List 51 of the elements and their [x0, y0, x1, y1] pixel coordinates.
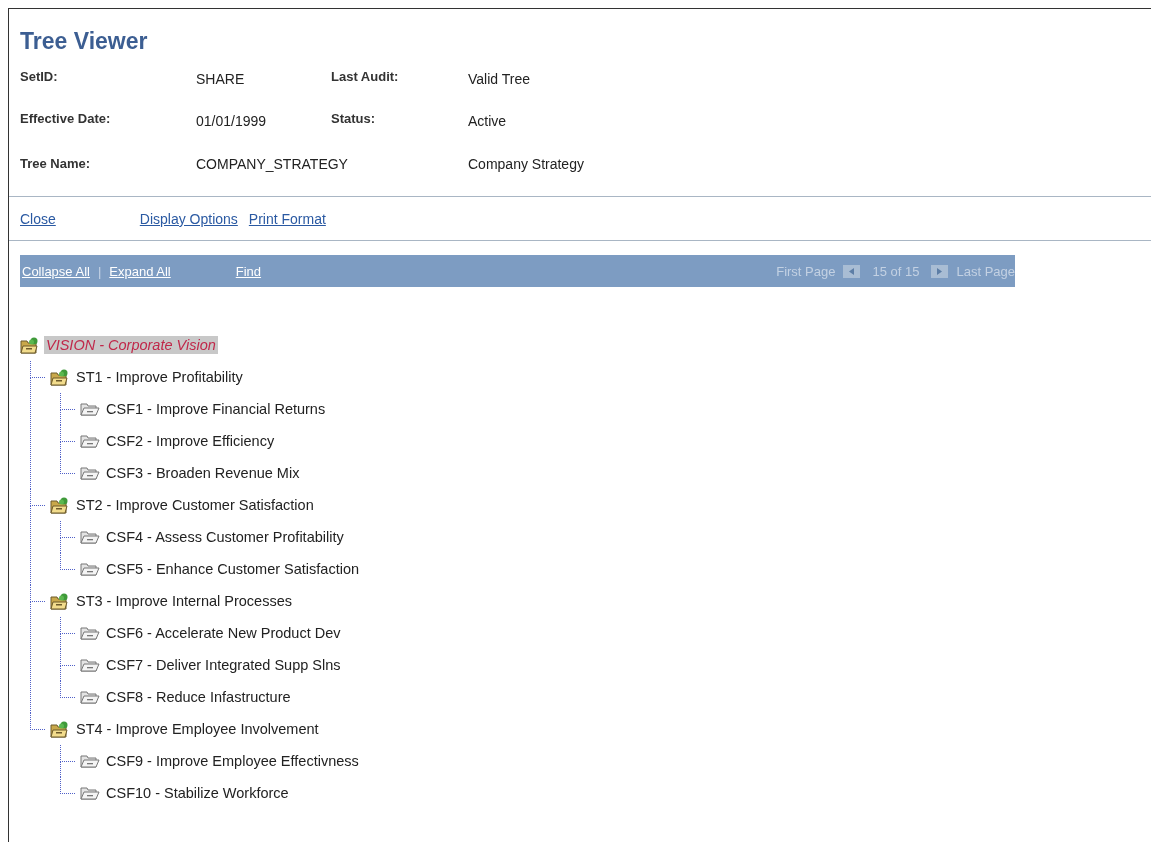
tree-node[interactable]: CSF7 - Deliver Integrated Supp Slns: [104, 656, 343, 674]
tree-node[interactable]: CSF4 - Assess Customer Profitability: [104, 528, 346, 546]
field-label: SetID:: [20, 68, 59, 86]
field-value: SHARE: [196, 70, 246, 89]
folder-tree-icon: [50, 496, 70, 514]
previous-page-icon[interactable]: [843, 264, 861, 278]
folder-tree-icon: [50, 368, 70, 386]
folder-icon: [80, 562, 100, 576]
tree-node[interactable]: CSF9 - Improve Employee Effectivness: [104, 752, 361, 770]
tree-node[interactable]: CSF5 - Enhance Customer Satisfaction: [104, 560, 362, 578]
tree-node[interactable]: CSF10 - Stabilize Workforce: [104, 784, 291, 802]
field-value: Valid Tree: [468, 70, 531, 89]
link[interactable]: Display Options: [139, 210, 238, 227]
separator-text: |: [97, 263, 102, 279]
field-value: COMPANY_STRATEGY: [196, 155, 349, 174]
field-value: Active: [468, 112, 508, 131]
folder-tree-icon: [20, 336, 40, 354]
field-label: Status:: [331, 110, 377, 128]
tree-node[interactable]: ST3 - Improve Internal Processes: [74, 592, 294, 610]
link[interactable]: Close: [20, 210, 56, 227]
tree-node[interactable]: ST2 - Improve Customer Satisfaction: [74, 496, 316, 514]
field-label: Tree Name:: [20, 155, 92, 173]
tree-node[interactable]: CSF3 - Broaden Revenue Mix: [104, 464, 302, 482]
first-page-label: First Page: [776, 263, 836, 279]
link[interactable]: Print Format: [248, 210, 326, 227]
folder-icon: [80, 530, 100, 544]
folder-icon: [80, 402, 100, 416]
folder-tree-icon: [50, 720, 70, 738]
tree-node[interactable]: ST4 - Improve Employee Involvement: [74, 720, 321, 738]
folder-icon: [80, 434, 100, 448]
folder-icon: [80, 690, 100, 704]
tree-node[interactable]: CSF1 - Improve Financial Returns: [104, 400, 328, 418]
folder-tree-icon: [50, 592, 70, 610]
last-page-label: Last Page: [956, 263, 1015, 279]
field-label: Last Audit:: [331, 68, 400, 86]
tree-node[interactable]: CSF2 - Improve Efficiency: [104, 432, 277, 450]
folder-icon: [80, 466, 100, 480]
field-value: 01/01/1999: [196, 112, 268, 131]
field-label: Effective Date:: [20, 110, 112, 128]
folder-icon: [80, 626, 100, 640]
page-title: Tree Viewer: [20, 27, 149, 55]
tree-node[interactable]: CSF8 - Reduce Infastructure: [104, 688, 293, 706]
page-range: 15 of 15: [872, 263, 920, 279]
folder-icon: [80, 786, 100, 800]
tree-node[interactable]: VISION - Corporate Vision: [44, 336, 218, 354]
next-page-icon[interactable]: [931, 264, 949, 278]
folder-icon: [80, 754, 100, 768]
folder-icon: [80, 658, 100, 672]
tree-node[interactable]: CSF6 - Accelerate New Product Dev: [104, 624, 343, 642]
field-value: Company Strategy: [468, 155, 585, 174]
tree-node[interactable]: ST1 - Improve Profitability: [74, 368, 245, 386]
